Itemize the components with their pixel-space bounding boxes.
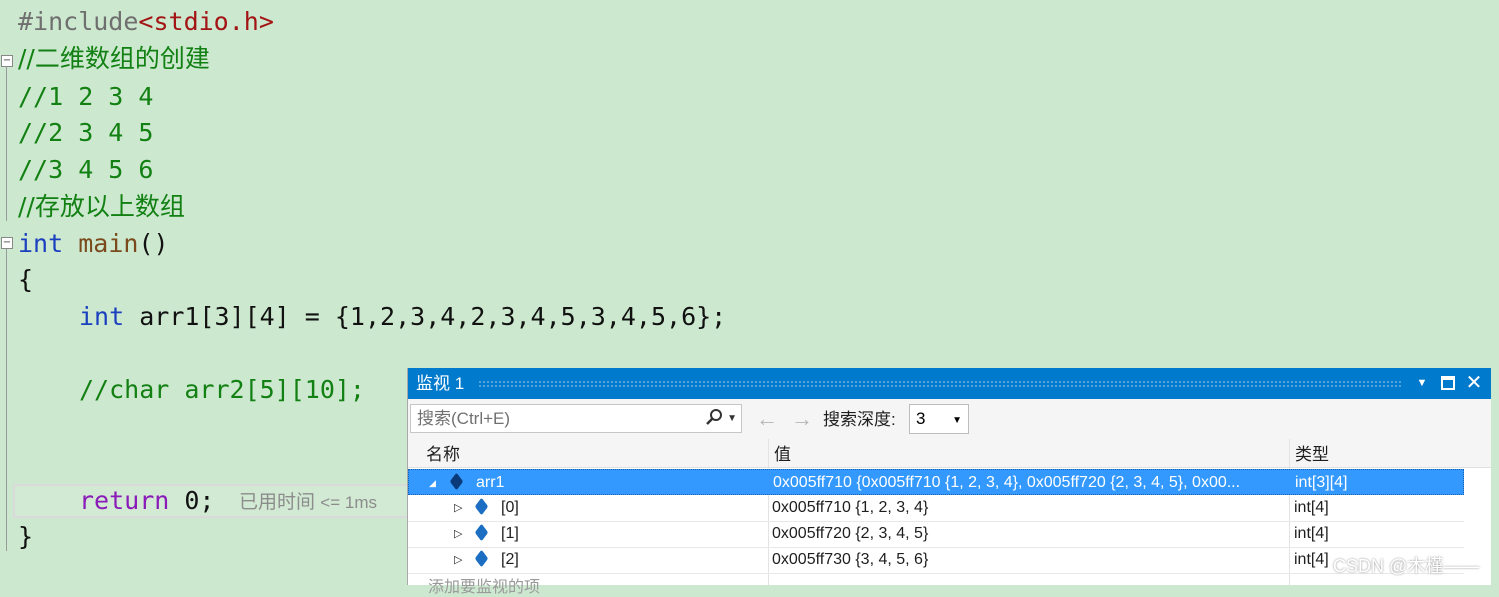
- parens: (): [138, 229, 169, 258]
- watch-row-type: int[4]: [1294, 525, 1329, 542]
- grid-header: 名称 值 类型: [408, 439, 1491, 468]
- variable-icon: [474, 497, 489, 516]
- variable-icon: [449, 472, 464, 491]
- return-value: 0;: [184, 486, 215, 515]
- variable-icon: [474, 523, 489, 542]
- expander-icon[interactable]: ◢: [429, 470, 436, 496]
- search-placeholder: 搜索(Ctrl+E): [417, 409, 511, 428]
- column-header-value[interactable]: 值: [774, 439, 791, 470]
- expander-icon[interactable]: ▷: [454, 547, 462, 573]
- keyword: int: [18, 229, 64, 258]
- variable-icon: [474, 549, 489, 568]
- watch-row-name: [0]: [501, 499, 519, 516]
- watch-toolbar: 搜索(Ctrl+E) ▼ ← → 搜索深度: 3 ▼: [408, 399, 1491, 439]
- forward-arrow-icon[interactable]: →: [791, 406, 813, 432]
- watch-grid: 名称 值 类型 ◢ arr1 0x005ff710 {0x005ff710 {1…: [408, 439, 1491, 596]
- fold-guide: [6, 249, 7, 551]
- return-statement: return 0;: [79, 483, 214, 519]
- maximize-icon[interactable]: [1437, 371, 1459, 395]
- watch-row-value[interactable]: 0x005ff710 {0x005ff710 {1, 2, 3, 4}, 0x0…: [773, 470, 1240, 496]
- keyword: return: [79, 486, 170, 515]
- collapse-icon[interactable]: −: [1, 55, 13, 67]
- collapse-icon[interactable]: −: [1, 237, 13, 249]
- add-watch-item[interactable]: 添加要监视的项: [428, 573, 540, 597]
- watch-row-type: int[4]: [1294, 499, 1329, 516]
- comment-line: //存放以上数组: [18, 192, 185, 221]
- watch-row-type: int[4]: [1294, 551, 1329, 568]
- search-input[interactable]: 搜索(Ctrl+E) ▼: [410, 404, 742, 433]
- fold-guide: [6, 66, 7, 221]
- watch-row-name: arr1: [476, 474, 505, 491]
- back-arrow-icon[interactable]: ←: [756, 406, 778, 432]
- close-brace: }: [18, 522, 34, 551]
- watch-row[interactable]: ▷ [2] 0x005ff730 {3, 4, 5, 6} int[4]: [408, 547, 1464, 574]
- perf-tip-label: 已用时间: [239, 492, 316, 513]
- include-line: #include<stdio.h>: [18, 4, 274, 40]
- search-depth-value: 3: [916, 409, 926, 428]
- comment-line: //二维数组的创建: [18, 44, 210, 73]
- search-icon[interactable]: [705, 408, 723, 431]
- search-dropdown-icon[interactable]: ▼: [727, 413, 737, 424]
- watermark: CSDN @木槿——: [1333, 556, 1480, 576]
- comment-line: //3 4 5 6: [18, 155, 154, 184]
- include-header: <stdio.h>: [138, 7, 274, 36]
- chevron-down-icon: ▼: [952, 415, 962, 426]
- perf-tip[interactable]: 已用时间 <= 1ms: [239, 486, 377, 520]
- close-icon[interactable]: ✕: [1463, 371, 1485, 395]
- comment-line: //2 3 4 5: [18, 118, 154, 147]
- watch-window[interactable]: 监视 1 ▼ ✕ 搜索(Ctrl+E) ▼ ← → 搜索深度: 3 ▼ 名称 值…: [407, 368, 1491, 596]
- include-directive: #include: [18, 7, 139, 36]
- function-name: main: [78, 229, 139, 258]
- comment-line: //1 2 3 4: [18, 82, 154, 111]
- main-signature: int main(): [18, 226, 169, 262]
- watch-title: 监视 1: [416, 374, 465, 393]
- keyword: int: [79, 302, 125, 331]
- perf-tip-value: <= 1ms: [320, 493, 377, 512]
- expander-icon[interactable]: ▷: [454, 495, 462, 521]
- watch-row-value[interactable]: 0x005ff720 {2, 3, 4, 5}: [772, 521, 928, 547]
- watch-row-type: int[3][4]: [1295, 474, 1348, 491]
- watch-row-name: [1]: [501, 525, 519, 542]
- watch-row-name: [2]: [501, 551, 519, 568]
- watch-row-value[interactable]: 0x005ff730 {3, 4, 5, 6}: [772, 547, 928, 573]
- watch-row[interactable]: ◢ arr1 0x005ff710 {0x005ff710 {1, 2, 3, …: [408, 469, 1464, 495]
- watch-title-bar[interactable]: 监视 1 ▼ ✕: [408, 368, 1491, 399]
- expander-icon[interactable]: ▷: [454, 521, 462, 547]
- watch-row-value[interactable]: 0x005ff710 {1, 2, 3, 4}: [772, 495, 928, 521]
- column-header-type[interactable]: 类型: [1295, 439, 1329, 470]
- drag-grip[interactable]: [478, 380, 1403, 387]
- watch-row[interactable]: ▷ [0] 0x005ff710 {1, 2, 3, 4} int[4]: [408, 495, 1464, 522]
- array-declaration: int arr1[3][4] = {1,2,3,4,2,3,4,5,3,4,5,…: [79, 299, 726, 335]
- column-header-name[interactable]: 名称: [426, 439, 460, 470]
- declaration-text: arr1[3][4] = {1,2,3,4,2,3,4,5,3,4,5,6};: [139, 302, 727, 331]
- comment-line: //char arr2[5][10];: [79, 375, 365, 404]
- search-depth-label: 搜索深度:: [823, 410, 896, 429]
- dropdown-icon[interactable]: ▼: [1411, 371, 1433, 395]
- watch-row[interactable]: ▷ [1] 0x005ff720 {2, 3, 4, 5} int[4]: [408, 521, 1464, 548]
- open-brace: {: [18, 265, 34, 294]
- search-depth-select[interactable]: 3 ▼: [909, 404, 969, 434]
